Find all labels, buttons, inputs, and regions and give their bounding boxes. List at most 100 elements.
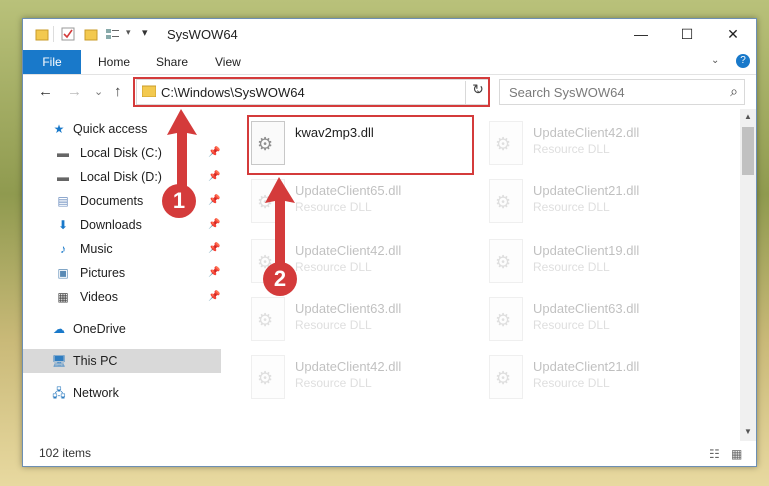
back-button[interactable]: ← [38, 83, 53, 100]
file-type: Resource DLL [533, 142, 610, 156]
dll-file-icon: ⚙ [251, 355, 285, 399]
tab-file[interactable]: File [23, 50, 81, 74]
sidebar-item-pictures[interactable]: ▣ Pictures 📌 [23, 261, 221, 285]
sidebar-item-label: Music [80, 242, 113, 256]
search-input[interactable]: Search SysWOW64 [509, 85, 625, 100]
music-icon: ♪ [60, 242, 66, 256]
new-folder-icon[interactable] [84, 27, 98, 41]
search-icon[interactable]: ⌕ [730, 83, 738, 100]
sidebar-item-label: Local Disk (C:) [80, 146, 162, 160]
file-item[interactable]: ⚙ UpdateClient19.dll Resource DLL [485, 235, 710, 287]
pin-icon[interactable]: 📌 [208, 213, 220, 237]
scroll-up-icon[interactable]: ▲ [740, 112, 756, 121]
window-title: SysWOW64 [167, 27, 238, 42]
up-button[interactable]: ↑ [114, 83, 122, 100]
computer-icon: 🖥 [51, 354, 67, 368]
file-highlight-box [247, 115, 474, 175]
file-item[interactable]: ⚙ UpdateClient42.dll Resource DLL [485, 117, 710, 169]
documents-icon: ▤ [57, 194, 69, 208]
file-explorer-window: ▾ ▾ SysWOW64 — ☐ ✕ File Home Share View … [22, 18, 757, 467]
properties-icon[interactable] [61, 27, 75, 41]
file-type: Resource DLL [533, 200, 610, 214]
navigation-bar: ← → ⌄ ↑ C:\Windows\SysWOW64 ⌄ ↻ Search S… [23, 75, 756, 109]
tab-home[interactable]: Home [98, 50, 130, 74]
star-icon: ★ [53, 122, 65, 136]
scrollbar-thumb[interactable] [742, 127, 754, 175]
sidebar-item-onedrive[interactable]: ☁ OneDrive [23, 317, 221, 341]
sidebar-item-label: Local Disk (D:) [80, 170, 162, 184]
pin-icon[interactable]: 📌 [208, 261, 220, 285]
minimize-button[interactable]: — [618, 19, 664, 50]
details-view-icon[interactable]: ☷ [709, 447, 720, 461]
tab-view[interactable]: View [215, 50, 241, 74]
network-icon: 🖧 [52, 386, 66, 400]
file-type: Resource DLL [533, 318, 610, 332]
file-name: UpdateClient21.dll [533, 359, 640, 374]
file-item[interactable]: ⚙ UpdateClient42.dll Resource DLL [247, 351, 472, 403]
toolbar-customize-icon[interactable]: ▾ [142, 26, 148, 39]
cloud-icon: ☁ [53, 322, 65, 336]
sidebar-item-label: OneDrive [73, 322, 126, 336]
pin-icon[interactable]: 📌 [208, 165, 220, 189]
file-type: Resource DLL [295, 376, 372, 390]
file-name: UpdateClient63.dll [533, 301, 640, 316]
sidebar-item-label: This PC [73, 354, 118, 368]
sidebar-item-label: Documents [80, 194, 144, 208]
search-box[interactable]: Search SysWOW64 ⌕ [499, 79, 745, 105]
dll-file-icon: ⚙ [489, 239, 523, 283]
file-name: UpdateClient63.dll [295, 301, 402, 316]
file-type: Resource DLL [533, 376, 610, 390]
sidebar-item-label: Quick access [73, 122, 148, 136]
item-count: 102 items [39, 446, 92, 460]
vertical-scrollbar[interactable]: ▲ ▼ [740, 109, 756, 441]
dll-file-icon: ⚙ [489, 121, 523, 165]
file-name: UpdateClient42.dll [295, 243, 402, 258]
help-icon[interactable]: ? [736, 54, 750, 68]
file-type: Resource DLL [295, 260, 372, 274]
expand-ribbon-icon[interactable]: ⌄ [711, 55, 719, 66]
pictures-icon: ▣ [57, 266, 69, 280]
recent-locations-button[interactable]: ⌄ [94, 85, 103, 98]
drive-icon: ▬ [57, 170, 69, 184]
dll-file-icon: ⚙ [251, 297, 285, 341]
file-item[interactable]: ⚙ UpdateClient21.dll Resource DLL [485, 175, 710, 227]
address-highlight-box [133, 77, 490, 107]
pin-icon[interactable]: 📌 [208, 237, 220, 261]
pin-icon[interactable]: 📌 [208, 285, 220, 309]
ribbon-tabs: File Home Share View ⌄ ? [23, 50, 756, 75]
sidebar-item-label: Pictures [80, 266, 126, 280]
title-bar: ▾ ▾ SysWOW64 — ☐ ✕ [23, 19, 756, 50]
file-type: Resource DLL [295, 200, 372, 214]
dll-file-icon: ⚙ [489, 179, 523, 223]
folder-icon [35, 29, 49, 41]
pin-icon[interactable]: 📌 [208, 141, 220, 165]
file-item[interactable]: ⚙ UpdateClient63.dll Resource DLL [247, 293, 472, 345]
sidebar-item-videos[interactable]: ▦ Videos 📌 [23, 285, 221, 309]
quick-access-toolbar-dropdown-icon[interactable]: ▾ [126, 27, 131, 38]
tab-share[interactable]: Share [156, 50, 188, 74]
sidebar-item-music[interactable]: ♪ Music 📌 [23, 237, 221, 261]
close-button[interactable]: ✕ [710, 19, 756, 50]
dll-file-icon: ⚙ [489, 297, 523, 341]
pin-icon[interactable]: 📌 [208, 189, 220, 213]
file-name: UpdateClient42.dll [295, 359, 402, 374]
sidebar-item-label: Videos [80, 290, 118, 304]
sidebar-item-label: Downloads [80, 218, 142, 232]
file-name: UpdateClient21.dll [533, 183, 640, 198]
large-icons-view-icon[interactable]: ▦ [731, 447, 742, 461]
forward-button[interactable]: → [67, 83, 82, 100]
drive-icon: ▬ [57, 146, 69, 160]
view-options-icon[interactable] [105, 27, 123, 41]
sidebar-item-this-pc[interactable]: 🖥 This PC [23, 349, 221, 373]
file-item[interactable]: ⚙ UpdateClient63.dll Resource DLL [485, 293, 710, 345]
file-item[interactable]: ⚙ UpdateClient21.dll Resource DLL [485, 351, 710, 403]
file-name: UpdateClient65.dll [295, 183, 402, 198]
sidebar-item-network[interactable]: 🖧 Network [23, 381, 221, 405]
file-name: UpdateClient19.dll [533, 243, 640, 258]
step-1-badge: 1 [162, 184, 196, 218]
maximize-button[interactable]: ☐ [664, 19, 710, 50]
scroll-down-icon[interactable]: ▼ [740, 427, 756, 436]
file-type: Resource DLL [533, 260, 610, 274]
status-bar: 102 items ☷ ▦ [23, 442, 756, 466]
dll-file-icon: ⚙ [489, 355, 523, 399]
